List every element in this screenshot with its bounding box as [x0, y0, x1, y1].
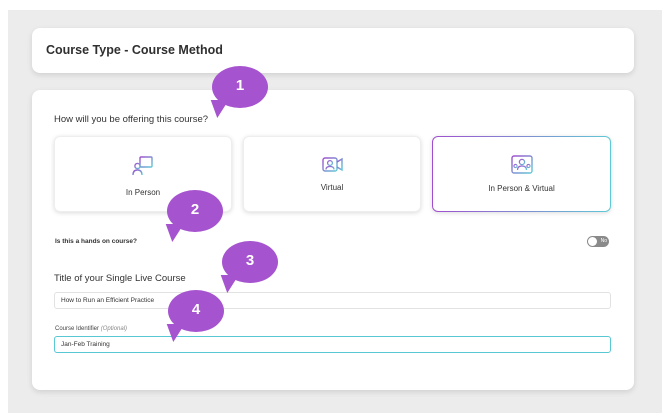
course-title-label: Title of your Single Live Course — [54, 273, 186, 284]
toggle-knob — [588, 237, 597, 246]
annotation-badge-2: 2 — [167, 190, 223, 232]
video-conference-icon — [322, 157, 343, 176]
option-label: In Person & Virtual — [488, 184, 555, 193]
course-identifier-label: Course Identifier (Optional) — [55, 326, 127, 332]
annotation-number: 3 — [245, 252, 255, 269]
option-label: Virtual — [320, 183, 344, 192]
annotation-badge-4: 4 — [168, 290, 224, 332]
annotation-number: 1 — [235, 77, 245, 94]
course-title-input[interactable] — [54, 292, 611, 309]
annotation-badge-3: 3 — [222, 241, 278, 283]
hands-on-toggle[interactable]: No — [587, 236, 609, 247]
annotation-badge-1: 1 — [212, 66, 268, 108]
page-title: Course Type - Course Method — [46, 43, 223, 57]
annotation-number: 4 — [191, 301, 201, 318]
option-virtual[interactable]: Virtual — [243, 136, 421, 212]
toggle-text: No — [600, 238, 607, 244]
course-identifier-input[interactable] — [54, 336, 611, 353]
presenter-icon — [132, 156, 153, 178]
hybrid-meeting-icon — [510, 155, 533, 177]
hands-on-label: Is this a hands on course? — [55, 238, 137, 245]
annotation-number: 2 — [190, 201, 200, 218]
course-identifier-label-text: Course Identifier — [55, 326, 100, 332]
offering-question: How will you be offering this course? — [54, 114, 209, 125]
option-in-person-and-virtual[interactable]: In Person & Virtual — [432, 136, 611, 212]
optional-hint: (Optional) — [100, 326, 128, 332]
header-card: Course Type - Course Method — [32, 28, 634, 73]
